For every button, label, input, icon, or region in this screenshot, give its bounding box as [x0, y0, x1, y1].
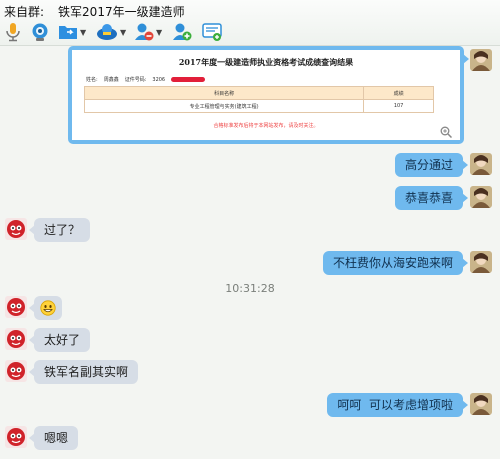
- message-bubble[interactable]: 铁军名副其实啊: [28, 360, 139, 384]
- message-row: 2017年度一级建造师执业资格考试成绩查询结果 姓名: 周鑫鑫 证件号码: 32…: [0, 46, 500, 144]
- screen-share-button[interactable]: ▼: [96, 20, 126, 44]
- from-label: 来自群:: [4, 4, 45, 19]
- smiley-icon: [40, 299, 56, 316]
- message-row: 高分通过: [0, 153, 500, 177]
- table-cell: 专业工程管理与实务(建筑工程): [83, 99, 365, 113]
- message-row: 呵呵 可以考虑增项啦: [0, 393, 500, 417]
- chevron-down-icon[interactable]: ▼: [156, 28, 162, 37]
- avatar[interactable]: [5, 426, 27, 448]
- message-row: 恭喜恭喜: [0, 186, 500, 210]
- share-icon: [97, 24, 117, 40]
- message-row: 铁军名副其实啊: [0, 360, 500, 384]
- voice-button[interactable]: [4, 20, 22, 44]
- chevron-down-icon[interactable]: ▼: [120, 28, 126, 37]
- message-row: 嗯嗯: [0, 426, 500, 450]
- name-value: 周鑫鑫: [103, 77, 119, 83]
- doc-title: 2017年度一级建造师执业资格考试成绩查询结果: [178, 57, 354, 67]
- message-row: 过了？: [0, 218, 500, 242]
- table-header: 科目名称: [83, 86, 365, 100]
- remove-member-icon: [135, 23, 154, 41]
- add-member-button[interactable]: [172, 20, 192, 44]
- table-row: 专业工程管理与实务(建筑工程) 107: [83, 99, 434, 113]
- avatar[interactable]: [5, 360, 27, 382]
- chevron-down-icon[interactable]: ▼: [80, 28, 86, 37]
- id-label: 证件号码:: [124, 77, 147, 83]
- message-row: 太好了: [0, 328, 500, 352]
- search-icon: [32, 23, 48, 41]
- message-row: [0, 296, 500, 320]
- group-name[interactable]: 铁军2017年一级建造师: [58, 3, 185, 20]
- message-bubble[interactable]: 高分通过: [394, 153, 469, 177]
- avatar[interactable]: [470, 251, 492, 273]
- avatar[interactable]: [5, 296, 27, 318]
- remove-member-button[interactable]: ▼: [134, 20, 162, 44]
- add-member-icon: [173, 23, 192, 41]
- folder-icon: [59, 26, 77, 39]
- id-value: 3206: [152, 76, 166, 83]
- score-screenshot: 2017年度一级建造师执业资格考试成绩查询结果 姓名: 周鑫鑫 证件号码: 32…: [72, 50, 460, 140]
- image-message[interactable]: 2017年度一级建造师执业资格考试成绩查询结果 姓名: 周鑫鑫 证件号码: 32…: [68, 46, 469, 144]
- message-row: 不枉费你从海安跑来啊: [0, 251, 500, 275]
- doc-info: 姓名: 周鑫鑫 证件号码: 3206: [86, 76, 206, 83]
- message-bubble[interactable]: [29, 296, 62, 320]
- avatar[interactable]: [470, 153, 492, 175]
- avatar[interactable]: [470, 49, 492, 71]
- doc-note: 合格标准发布后将于本网站发布，请及时关注。: [213, 123, 319, 129]
- avatar[interactable]: [5, 218, 27, 240]
- group-source: 来自群: 铁军2017年一级建造师: [4, 3, 185, 19]
- table-cell: 107: [363, 99, 434, 113]
- redaction-mark: [171, 77, 206, 82]
- avatar[interactable]: [470, 186, 492, 208]
- message-bubble[interactable]: 嗯嗯: [28, 426, 79, 450]
- microphone-icon: [6, 23, 20, 42]
- score-table: 科目名称 成绩 专业工程管理与实务(建筑工程) 107: [83, 86, 434, 113]
- chat-header: 来自群: 铁军2017年一级建造师 ▼ ▼ ▼: [0, 0, 500, 46]
- message-list[interactable]: 2017年度一级建造师执业资格考试成绩查询结果 姓名: 周鑫鑫 证件号码: 32…: [0, 46, 500, 459]
- message-bubble[interactable]: 太好了: [28, 328, 91, 352]
- announcement-icon: [202, 23, 222, 41]
- video-button[interactable]: [30, 20, 50, 44]
- name-label: 姓名:: [86, 77, 98, 83]
- table-header: 成绩: [363, 86, 434, 100]
- avatar[interactable]: [470, 393, 492, 415]
- file-button[interactable]: ▼: [58, 20, 86, 44]
- message-bubble[interactable]: 恭喜恭喜: [394, 186, 469, 210]
- avatar[interactable]: [5, 328, 27, 350]
- timestamp: 10:31:28: [225, 282, 275, 295]
- message-bubble[interactable]: 呵呵 可以考虑增项啦: [327, 393, 468, 417]
- message-bubble[interactable]: 过了？: [28, 218, 91, 242]
- announcement-button[interactable]: [202, 20, 222, 44]
- message-bubble[interactable]: 不枉费你从海安跑来啊: [322, 251, 469, 275]
- zoom-in-icon[interactable]: [440, 126, 452, 138]
